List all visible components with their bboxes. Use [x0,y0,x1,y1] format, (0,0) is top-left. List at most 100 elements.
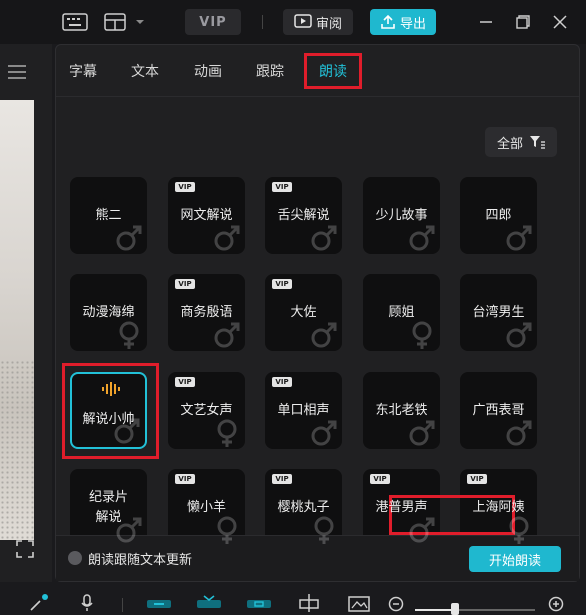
male-symbol-icon [408,516,436,544]
zoom-in-icon[interactable] [548,594,564,612]
voice-card-label: 解说小帅 [82,411,135,427]
voice-card-label: 纪录片 解说 [88,489,128,525]
male-symbol-icon [213,321,241,349]
voice-card[interactable]: 台湾男生 [460,274,537,351]
voice-card[interactable]: 顾姐 [363,274,440,351]
male-symbol-icon [310,321,338,349]
female-symbol-icon [213,419,241,447]
voice-card[interactable]: 四郎 [460,177,537,254]
text-panel: 字幕 文本 动画 跟踪 朗读 全部 熊二 VIP 网文解说 VIP 舌尖解说 少儿故事 四郎… [55,44,580,582]
minimize-icon[interactable] [476,12,496,32]
voice-card-label: 舌尖解说 [277,207,330,223]
voice-card[interactable]: VIP 大佐 [265,274,342,351]
zoom-out-icon[interactable] [388,594,404,612]
male-symbol-icon [505,419,533,447]
magnet-icon[interactable] [196,594,222,612]
female-symbol-icon [505,516,533,544]
audio-wave-icon [101,381,121,396]
voice-card-label: 商务殷语 [180,304,233,320]
male-symbol-icon [408,224,436,252]
export-label: 导出 [399,16,426,32]
voice-card-label: 樱桃丸子 [277,499,330,515]
male-symbol-icon [505,321,533,349]
review-button[interactable]: 审阅 [283,9,353,35]
magic-icon[interactable] [28,594,48,612]
voice-card-label: 少儿故事 [375,207,428,223]
close-icon[interactable] [550,12,570,32]
vip-badge: VIP [272,474,292,484]
vip-button[interactable]: VIP [185,9,241,35]
vip-badge: VIP [272,279,292,289]
vip-badge: VIP [175,182,195,192]
voice-card-label: 熊二 [95,207,122,223]
upload-icon [381,14,395,29]
voice-card[interactable]: 广西表哥 [460,372,537,449]
follow-text-checkbox[interactable] [68,551,82,565]
filter-label: 全部 [496,136,523,152]
voice-card[interactable]: VIP 商务殷语 [168,274,245,351]
voice-card-label: 文艺女声 [180,402,233,418]
tab-bar: 字幕 文本 动画 跟踪 朗读 [56,45,579,97]
vip-badge: VIP [467,474,487,484]
voice-card[interactable]: VIP 文艺女声 [168,372,245,449]
voice-card-label: 懒小羊 [186,499,226,515]
restore-icon[interactable] [513,12,533,32]
voice-card[interactable]: 东北老铁 [363,372,440,449]
preview-axis-icon[interactable] [246,594,272,612]
vip-badge: VIP [175,377,195,387]
voice-card-label: 网文解说 [180,207,233,223]
hamburger-menu-icon[interactable] [8,64,28,80]
voice-card-label: 单口相声 [277,402,330,418]
voice-card[interactable]: VIP 网文解说 [168,177,245,254]
tab-text[interactable]: 文本 [131,59,159,83]
female-symbol-icon [213,516,241,544]
voice-card-label: 四郎 [485,207,512,223]
voice-card-label: 港普男声 [375,499,428,515]
start-reading-button[interactable]: 开始朗读 [469,546,561,572]
tab-highlight-box [304,53,362,89]
vip-badge: VIP [175,279,195,289]
vip-badge: VIP [272,377,292,387]
vip-badge: VIP [370,474,390,484]
link-clips-icon[interactable] [146,594,172,612]
male-symbol-icon [310,224,338,252]
tab-animation[interactable]: 动画 [194,59,222,83]
voice-card[interactable]: 熊二 [70,177,147,254]
timeline-divider [122,598,123,612]
voice-card[interactable]: VIP 舌尖解说 [265,177,342,254]
toolbar-divider [262,15,263,29]
voice-card-label: 大佐 [290,304,317,320]
review-label: 审阅 [315,16,342,32]
voice-card-label: 台湾男生 [472,304,525,320]
tab-subtitles[interactable]: 字幕 [69,59,97,83]
female-symbol-icon [310,516,338,544]
voice-card[interactable]: VIP 单口相声 [265,372,342,449]
female-symbol-icon [115,321,143,349]
split-icon[interactable] [298,594,320,612]
review-icon [294,14,312,28]
microphone-icon[interactable] [80,594,94,612]
female-symbol-icon [408,321,436,349]
export-button[interactable]: 导出 [370,9,436,35]
preview-panel [0,44,52,582]
male-symbol-icon [213,224,241,252]
vip-badge: VIP [175,474,195,484]
top-toolbar: VIP 审阅 导出 [0,0,586,44]
tab-tracking[interactable]: 跟踪 [256,59,284,83]
fullscreen-icon[interactable] [16,540,36,560]
thumbnail-icon[interactable] [348,594,370,612]
timeline-toolbar [0,590,586,615]
keyboard-icon[interactable] [60,10,90,34]
vip-badge: VIP [272,182,292,192]
voice-card-label: 顾姐 [388,304,415,320]
filter-icon [530,136,545,149]
male-symbol-icon [115,224,143,252]
voice-card-label: 上海阿姨 [472,499,525,515]
voice-card[interactable]: 动漫海绵 [70,274,147,351]
voice-card[interactable]: 少儿故事 [363,177,440,254]
voice-card-label: 动漫海绵 [82,304,135,320]
male-symbol-icon [310,419,338,447]
zoom-slider-handle[interactable] [451,603,459,615]
layout-icon[interactable] [104,10,148,34]
filter-button[interactable]: 全部 [485,127,557,157]
